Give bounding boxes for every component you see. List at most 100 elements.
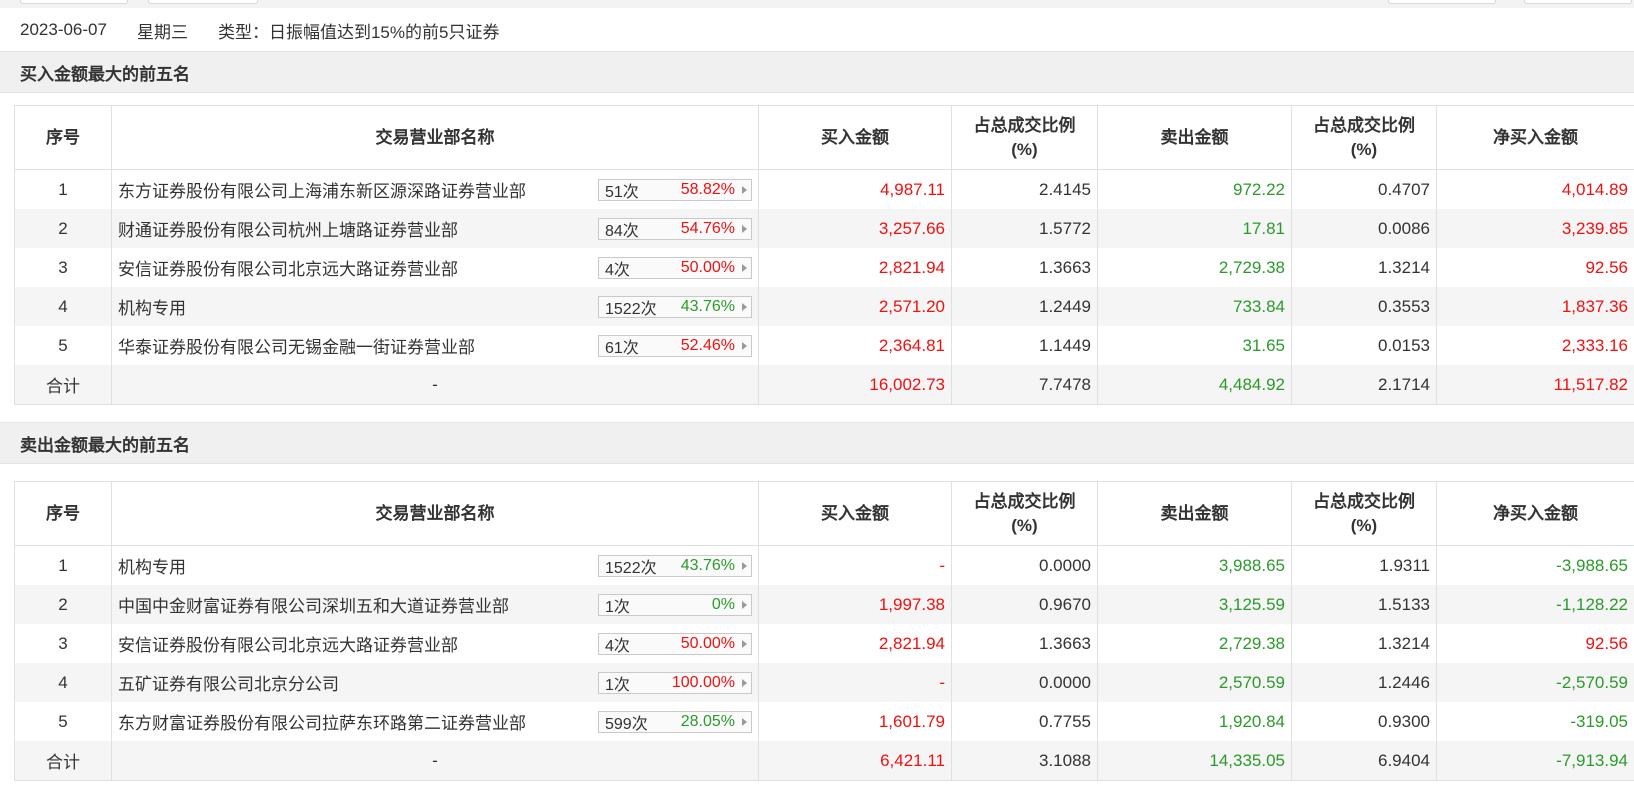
dept-cell: 东方证券股份有限公司上海浦东新区源深路证券营业部 51次 58.82%	[111, 169, 759, 209]
top-tab-left-1[interactable]	[20, 0, 128, 4]
sell-ratio: 1.3214	[1291, 624, 1437, 663]
col-header-ratio2[interactable]: 占总成交比例 (%)	[1291, 481, 1437, 546]
buy-ratio: 0.0000	[951, 545, 1098, 585]
page: 2023-06-07 星期三 类型：日振幅值达到15%的前5只证券 买入金额最大…	[0, 0, 1634, 796]
sell-top5-table: 序号 交易营业部名称 买入金额 占总成交比例 (%) 卖出金额 占总成交比例 (%)…	[14, 481, 1634, 781]
top-tab-right-1[interactable]	[1388, 0, 1496, 4]
col-header-ratio1[interactable]: 占总成交比例 (%)	[951, 105, 1098, 170]
sell-amount: 1,920.84	[1097, 702, 1292, 741]
top-toolbar-strip	[0, 0, 1634, 8]
col-header-buy[interactable]: 买入金额	[758, 105, 952, 170]
dept-name-link[interactable]: 华泰证券股份有限公司无锡金融一街证券营业部	[118, 333, 475, 358]
caret-right-icon	[742, 639, 747, 648]
dept-cell-wrap: 机构专用 1522次 43.76%	[118, 294, 758, 319]
dept-win-rate: 50.00%	[680, 258, 735, 276]
row-index: 1	[14, 169, 112, 209]
buy-amount: 2,571.20	[758, 287, 952, 326]
col-header-ratio2-line1: 占总成交比例	[1313, 491, 1415, 511]
dept-cell: 安信证券股份有限公司北京远大路证券营业部 4次 50.00%	[111, 624, 759, 663]
buy-ratio: 1.1449	[951, 326, 1098, 365]
sell-amount: 2,729.38	[1097, 248, 1292, 287]
net-amount: 92.56	[1436, 248, 1634, 287]
dept-cell-wrap: 安信证券股份有限公司北京远大路证券营业部 4次 50.00%	[118, 255, 758, 280]
buy-ratio: 1.3663	[951, 248, 1098, 287]
caret-right-icon	[742, 341, 747, 350]
net-amount: 1,837.36	[1436, 287, 1634, 326]
sell-amount: 733.84	[1097, 287, 1292, 326]
dept-stats-badge[interactable]: 1次 0%	[598, 593, 752, 616]
dept-name-link[interactable]: 财通证券股份有限公司杭州上塘路证券营业部	[118, 216, 458, 241]
dept-win-rate: 54.76%	[680, 219, 735, 237]
dept-win-rate: 43.76%	[680, 556, 735, 574]
total-sell-ratio: 2.1714	[1291, 365, 1437, 405]
sell-ratio: 0.4707	[1291, 169, 1437, 209]
top-tab-right-2[interactable]	[1524, 0, 1632, 4]
dept-stats-badge[interactable]: 1522次 43.76%	[598, 295, 752, 318]
dept-stats-badge[interactable]: 61次 52.46%	[598, 334, 752, 357]
dept-name-link[interactable]: 安信证券股份有限公司北京远大路证券营业部	[118, 631, 458, 656]
col-header-dept: 交易营业部名称	[111, 481, 759, 546]
dept-stats-badge[interactable]: 4次 50.00%	[598, 256, 752, 279]
dept-stats-badge[interactable]: 51次 58.82%	[598, 178, 752, 201]
sell-ratio: 1.5133	[1291, 585, 1437, 624]
table-row: 2 中国中金财富证券有限公司深圳五和大道证券营业部 1次 0% 1,997.38 0.96…	[14, 585, 1634, 624]
row-index: 3	[14, 248, 112, 287]
caret-right-icon	[742, 224, 747, 233]
trade-date: 2023-06-07	[20, 20, 107, 39]
total-sell-ratio: 6.9404	[1291, 741, 1437, 781]
dept-name-link[interactable]: 东方证券股份有限公司上海浦东新区源深路证券营业部	[118, 177, 526, 202]
total-buy-amount: 16,002.73	[758, 365, 952, 405]
dept-cell: 机构专用 1522次 43.76%	[111, 545, 759, 585]
total-dept-placeholder: -	[111, 741, 759, 781]
dept-cell-wrap: 安信证券股份有限公司北京远大路证券营业部 4次 50.00%	[118, 631, 758, 656]
dept-stats-badge[interactable]: 4次 50.00%	[598, 632, 752, 655]
row-index: 1	[14, 545, 112, 585]
dept-stats-badge[interactable]: 84次 54.76%	[598, 217, 752, 240]
dept-cell: 华泰证券股份有限公司无锡金融一街证券营业部 61次 52.46%	[111, 326, 759, 365]
dept-cell: 安信证券股份有限公司北京远大路证券营业部 4次 50.00%	[111, 248, 759, 287]
col-header-ratio2-line1: 占总成交比例	[1313, 115, 1415, 135]
dept-win-rate: 52.46%	[680, 336, 735, 354]
total-row: 合计 -16,002.73 7.7478 4,484.92 2.1714 11,517.8…	[14, 365, 1634, 405]
buy-ratio: 1.2449	[951, 287, 1098, 326]
buy-ratio: 1.3663	[951, 624, 1098, 663]
col-header-dept: 交易营业部名称	[111, 105, 759, 170]
col-header-sell[interactable]: 卖出金额	[1097, 481, 1292, 546]
table-row: 3 安信证券股份有限公司北京远大路证券营业部 4次 50.00% 2,821.94 1.3…	[14, 624, 1634, 663]
col-header-ratio2[interactable]: 占总成交比例 (%)	[1291, 105, 1437, 170]
col-header-sell[interactable]: 卖出金额	[1097, 105, 1292, 170]
dept-stats-badge[interactable]: 1522次 43.76%	[598, 554, 752, 577]
table-row: 4 机构专用 1522次 43.76% 2,571.20 1.2449 733.84 0.35…	[14, 287, 1634, 326]
col-header-net[interactable]: 净买入金额	[1436, 481, 1634, 546]
buy-amount: 2,821.94	[758, 624, 952, 663]
sell-ratio: 0.0153	[1291, 326, 1437, 365]
dept-cell-wrap: 东方证券股份有限公司上海浦东新区源深路证券营业部 51次 58.82%	[118, 177, 758, 202]
dept-name-link[interactable]: 东方财富证券股份有限公司拉萨东环路第二证券营业部	[118, 709, 526, 734]
col-header-net[interactable]: 净买入金额	[1436, 105, 1634, 170]
sell-ratio: 0.9300	[1291, 702, 1437, 741]
dept-name-link[interactable]: 机构专用	[118, 553, 186, 578]
col-header-idx: 序号	[14, 481, 112, 546]
col-header-ratio1-line1: 占总成交比例	[973, 115, 1076, 135]
dept-appear-count: 1522次	[605, 559, 657, 577]
buy-amount: 4,987.11	[758, 169, 952, 209]
dept-name-link[interactable]: 机构专用	[118, 294, 186, 319]
col-header-ratio1[interactable]: 占总成交比例 (%)	[951, 481, 1098, 546]
dept-name-link[interactable]: 五矿证券有限公司北京分公司	[118, 670, 339, 695]
dept-stats-badge[interactable]: 599次 28.05%	[598, 710, 752, 733]
buy-section-title: 买入金额最大的前五名	[20, 64, 190, 84]
dept-name-link[interactable]: 中国中金财富证券有限公司深圳五和大道证券营业部	[118, 592, 509, 617]
dept-name-link[interactable]: 安信证券股份有限公司北京远大路证券营业部	[118, 255, 458, 280]
table-header-row: 序号 交易营业部名称 买入金额 占总成交比例 (%) 卖出金额 占总成交比例 (%)…	[14, 105, 1634, 170]
net-amount: 4,014.89	[1436, 169, 1634, 209]
total-row: 合计 -6,421.11 3.1088 14,335.05 6.9404 -7,913.9…	[14, 741, 1634, 781]
top-tab-left-2[interactable]	[148, 0, 258, 4]
dept-stats-badge[interactable]: 1次 100.00%	[598, 671, 752, 694]
info-bar: 2023-06-07 星期三 类型：日振幅值达到15%的前5只证券	[0, 10, 1634, 50]
net-amount: -319.05	[1436, 702, 1634, 741]
dept-cell-wrap: 财通证券股份有限公司杭州上塘路证券营业部 84次 54.76%	[118, 216, 758, 241]
col-header-buy[interactable]: 买入金额	[758, 481, 952, 546]
col-header-ratio2-line2: (%)	[1350, 139, 1378, 159]
sell-ratio: 1.3214	[1291, 248, 1437, 287]
dept-appear-count: 1522次	[605, 300, 657, 318]
